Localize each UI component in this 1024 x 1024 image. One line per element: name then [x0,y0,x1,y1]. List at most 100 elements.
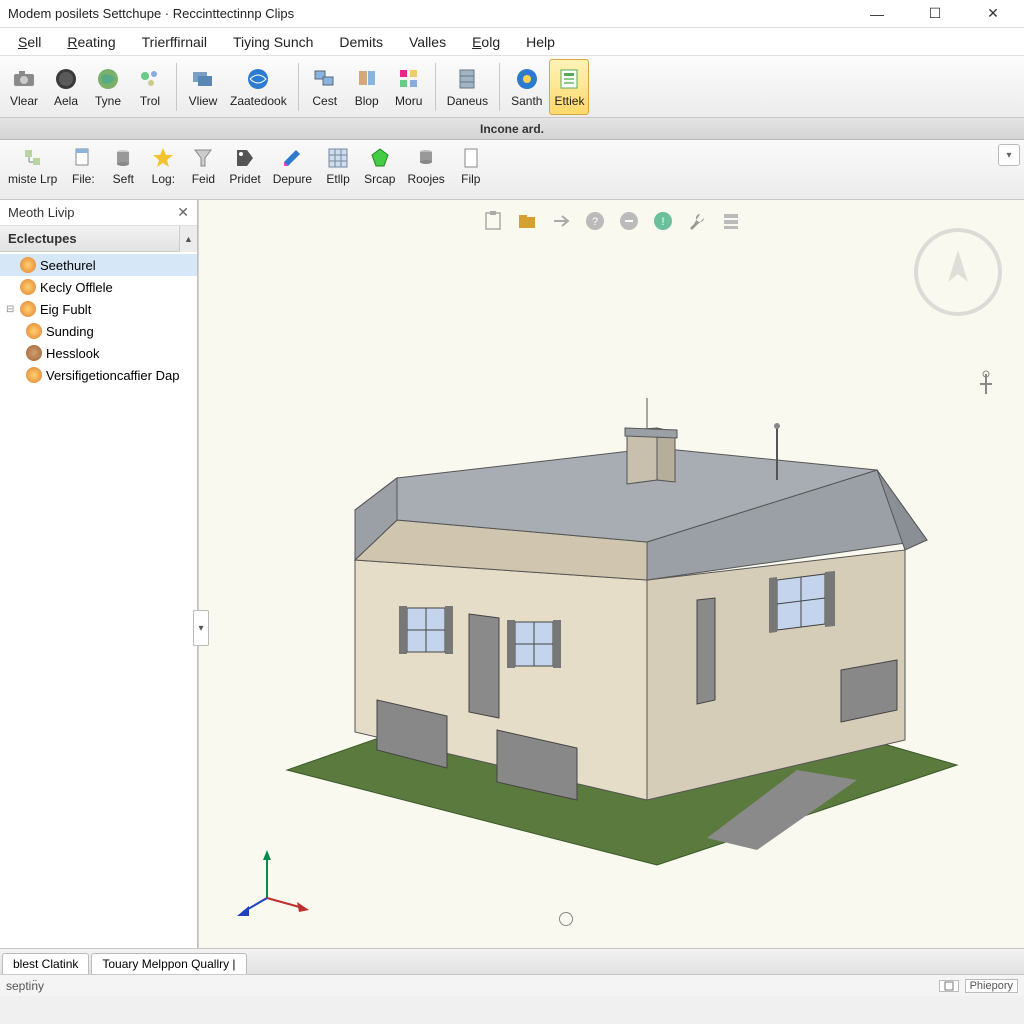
tool2-roojes[interactable]: Roojes [403,144,448,196]
menu-reating[interactable]: Reating [63,32,119,52]
menu-help[interactable]: Help [522,32,559,52]
scene-tree: Seethurel Kecly Offlele ⊟Eig Fublt Sundi… [0,252,197,948]
menu-demits[interactable]: Demits [335,32,387,52]
folders-icon [190,66,216,92]
tool-tyne[interactable]: Tyne [88,59,128,115]
maximize-button[interactable]: ☐ [920,4,950,24]
tree-item-versifigetioncaffier-dap[interactable]: Versifigetioncaffier Dap [0,364,197,386]
gem-icon [368,146,392,170]
menu-tiying-sunch[interactable]: Tiying Sunch [229,32,317,52]
panel-close-button[interactable]: ✕ [177,204,189,221]
status-bar: septin̈y Phiepory [0,974,1024,996]
cylinder-icon [414,146,438,170]
tool2-miste-lrp[interactable]: miste Lrp [4,144,61,196]
tool2-file[interactable]: File: [65,144,101,196]
windows-icon [312,66,338,92]
title-bar: Modem posilets Settchupe · Reccinttectin… [0,0,1024,28]
step-num1-icon[interactable]: ? [582,208,608,234]
secondary-toolbar: miste Lrp File: Seft Log: Feid Pridet De… [0,140,1024,200]
tree-icon [21,146,45,170]
page-icon [459,146,483,170]
tree-node-icon [20,301,36,317]
scroll-up-button[interactable]: ▲ [179,226,197,252]
bottom-tab-strip: blest Clatink Touary Melppon Quallry | [0,948,1024,974]
status-indicator[interactable] [939,980,959,992]
bottom-tab-1[interactable]: blest Clatink [2,953,89,974]
tree-node-icon [26,345,42,361]
globe-blue-icon [245,66,271,92]
menu-valles[interactable]: Valles [405,32,450,52]
step-num3-icon[interactable]: ! [650,208,676,234]
menu-sell[interactable]: Sell [14,32,45,52]
tree-section-label: Eclectupes [8,231,77,246]
tree-node-icon [20,279,36,295]
toolbar-separator [435,63,436,111]
bottom-tab-2[interactable]: Touary Melppon Quallry | [91,953,246,974]
clipboard-icon[interactable] [480,208,506,234]
tree-item-sunding[interactable]: Sunding [0,320,197,342]
tool2-srcap[interactable]: Srcap [360,144,399,196]
menu-trierffirnail[interactable]: Trierffirnail [138,32,211,52]
menu-eolg[interactable]: Eolg [468,32,504,52]
tree-item-kecly-offlele[interactable]: Kecly Offlele [0,276,197,298]
tool2-feid[interactable]: Feid [185,144,221,196]
status-right-label[interactable]: Phiepory [965,979,1018,993]
can-icon [111,146,135,170]
viewport-toolbar: ? ! [480,208,744,234]
step-num2-icon[interactable] [616,208,642,234]
tool-cest[interactable]: Cest [305,59,345,115]
toolbar-overflow-button[interactable]: ▾ [998,144,1020,166]
stack2-icon[interactable] [718,208,744,234]
tool2-etllp[interactable]: Etllp [320,144,356,196]
tool2-filp[interactable]: Filp [453,144,489,196]
document-tab-label[interactable]: Incone ard. [480,122,544,136]
wrench-icon[interactable] [684,208,710,234]
tool-zaatedook[interactable]: Zaatedook [225,59,292,115]
tree-item-seethurel[interactable]: Seethurel [0,254,197,276]
tool-aela[interactable]: Aela [46,59,86,115]
sidebar-panel: Meoth Livip ✕ Eclectupes ▲ Seethurel Kec… [0,200,198,948]
viewport-3d[interactable]: ▾ ? ! [198,200,1024,948]
tree-item-hesslook[interactable]: Hesslook [0,342,197,364]
tool2-log[interactable]: Log: [145,144,181,196]
tool2-depure[interactable]: Depure [269,144,316,196]
tree-item-eig-fublt[interactable]: ⊟Eig Fublt [0,298,197,320]
tool-moru[interactable]: Moru [389,59,429,115]
compass-widget[interactable] [914,228,1002,316]
tool2-seft[interactable]: Seft [105,144,141,196]
folder-icon[interactable] [514,208,540,234]
main-toolbar: Vlear Aela Tyne Trol Vliew Zaatedook Ces… [0,56,1024,118]
tool2-pridet[interactable]: Pridet [225,144,264,196]
tool-daneus[interactable]: Daneus [442,59,493,115]
origin-marker [559,912,573,926]
axis-gizmo[interactable] [237,838,317,918]
toolbar-separator [298,63,299,111]
pencil-icon [280,146,304,170]
grid-icon [396,66,422,92]
minimize-button[interactable]: — [862,4,892,24]
tree-node-icon [26,367,42,383]
window-title: Modem posilets Settchupe · Reccinttectin… [8,6,862,21]
document-tab-strip: Incone ard. [0,118,1024,140]
camera-icon [11,66,37,92]
tree-node-icon [26,323,42,339]
doc-icon [71,146,95,170]
grid2-icon [326,146,350,170]
panel-collapse-handle[interactable]: ▾ [193,610,209,646]
sparkle-icon [137,66,163,92]
tool-santh[interactable]: Santh [506,59,547,115]
disc-icon [514,66,540,92]
tree-section-header[interactable]: Eclectupes ▲ [0,226,197,252]
tool-vliew[interactable]: Vliew [183,59,223,115]
earth-icon [95,66,121,92]
tool-vlear[interactable]: Vlear [4,59,44,115]
arrow-right-icon[interactable] [548,208,574,234]
tree-collapse-icon[interactable]: ⊟ [6,304,16,315]
tool-trol[interactable]: Trol [130,59,170,115]
tool-blop[interactable]: Blop [347,59,387,115]
tool-ettiek[interactable]: Ettiek [549,59,589,115]
svg-text:?: ? [591,216,597,228]
funnel-icon [191,146,215,170]
close-button[interactable]: ✕ [978,4,1008,24]
globe-dark-icon [53,66,79,92]
